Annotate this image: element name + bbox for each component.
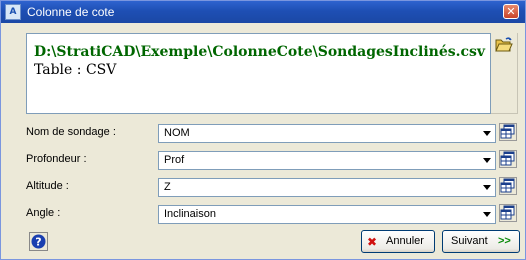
select-nom-de-sondage[interactable]: NOM [158, 124, 496, 143]
table-browse-button[interactable] [499, 204, 517, 222]
select-value: NOM [164, 127, 190, 139]
select-profondeur[interactable]: Prof [158, 151, 496, 170]
select-value: Prof [164, 154, 185, 166]
window-title: Colonne de cote [27, 5, 115, 19]
app-icon: A [5, 4, 21, 20]
source-info-box: D:\StratiCAD\Exemple\ColonneCote\Sondage… [26, 33, 491, 114]
select-value: Z [164, 181, 171, 193]
chevron-down-icon[interactable] [479, 152, 495, 169]
table-grid-icon [500, 124, 515, 139]
table-browse-button[interactable] [499, 123, 517, 141]
source-path: D:\StratiCAD\Exemple\ColonneCote\Sondage… [34, 44, 486, 60]
next-arrows-icon: >> [498, 235, 511, 247]
dialog-window: A Colonne de cote ✕ D:\StratiCAD\Exemple… [0, 0, 526, 260]
chevron-down-icon[interactable] [479, 125, 495, 142]
open-folder-button[interactable] [494, 36, 514, 54]
field-label-profondeur: Profondeur : [26, 153, 87, 165]
red-x-icon: ✖ [367, 235, 378, 249]
select-altitude[interactable]: Z [158, 178, 496, 197]
table-grid-icon [500, 178, 515, 193]
field-label-altitude: Altitude : [26, 180, 69, 192]
cancel-button[interactable]: ✖ Annuler [361, 230, 435, 253]
close-button[interactable]: ✕ [503, 4, 519, 19]
cancel-button-label: Annuler [386, 235, 424, 247]
svg-text:?: ? [35, 236, 41, 249]
open-folder-icon [495, 37, 513, 52]
table-grid-icon [500, 151, 515, 166]
table-browse-button[interactable] [499, 150, 517, 168]
table-type: Table : CSV [34, 62, 117, 78]
file-actions-panel [491, 33, 518, 114]
table-browse-button[interactable] [499, 177, 517, 195]
chevron-down-icon[interactable] [479, 179, 495, 196]
chevron-down-icon[interactable] [479, 206, 495, 223]
title-bar[interactable]: A Colonne de cote ✕ [1, 1, 525, 23]
next-button-label: Suivant [451, 235, 488, 247]
table-grid-icon [500, 205, 515, 220]
close-icon: ✕ [506, 5, 516, 18]
field-label-angle: Angle : [26, 207, 61, 219]
field-label-nom-de-sondage: Nom de sondage : [26, 126, 116, 138]
select-angle[interactable]: Inclinaison [158, 205, 496, 224]
next-button[interactable]: Suivant >> [442, 230, 520, 253]
select-value: Inclinaison [164, 208, 216, 220]
help-button[interactable]: ? [29, 232, 48, 251]
help-icon: ? [29, 232, 48, 251]
